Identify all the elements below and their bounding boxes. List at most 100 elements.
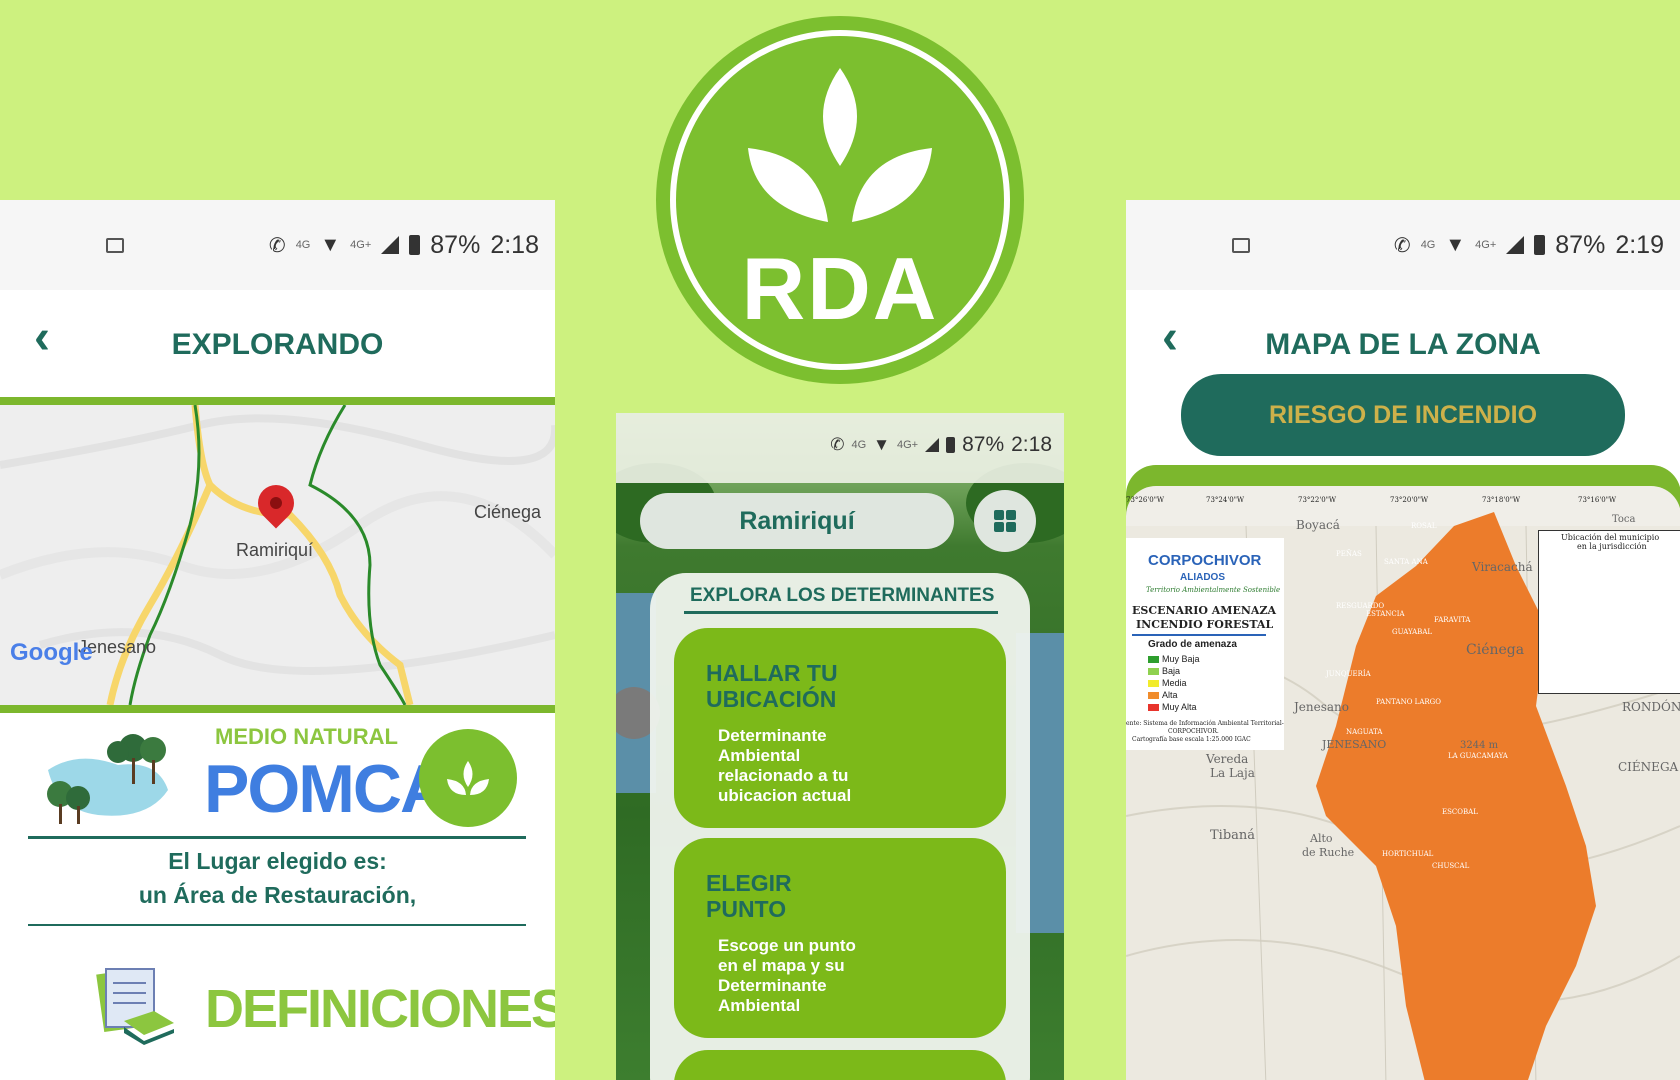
legend-swatch — [1148, 668, 1159, 675]
org-name: CORPOCHIVOR — [1148, 552, 1262, 569]
legend-swatch — [1148, 656, 1159, 663]
coord-label: 73°22'0"W — [1298, 496, 1337, 504]
wifi-icon: ▼ — [873, 435, 890, 454]
card-elegir-punto[interactable]: ELEGIR PUNTO Escoge un punto en el mapa … — [674, 838, 1006, 1038]
grid-menu-button[interactable] — [974, 490, 1036, 552]
vereda-label: LA GUACAMAYA — [1448, 752, 1508, 760]
map-label-nearby: Ciénega — [474, 502, 542, 522]
image-notification-icon — [1232, 237, 1250, 253]
vereda-label: ESCOBAL — [1442, 808, 1478, 816]
coord-label: 73°16'0"W — [1578, 496, 1617, 504]
image-notification-icon — [106, 237, 124, 253]
card-desc: Escoge un punto — [718, 936, 856, 955]
location-layers-icon — [848, 668, 978, 798]
card-desc: relacionado a tu — [718, 766, 849, 785]
network-label-2: 4G+ — [1475, 239, 1497, 251]
vereda-label: GUAYABAL — [1392, 628, 1433, 636]
card-desc: en el mapa y su — [718, 956, 845, 975]
inset-map: Ubicación del municipio en la jurisdicci… — [1538, 530, 1680, 694]
map-place-label: Jenesano — [1294, 700, 1350, 714]
legend-swatch — [1148, 704, 1159, 711]
coord-label: 73°18'0"W — [1482, 496, 1521, 504]
rda-logo: RDA — [656, 16, 1024, 384]
card-title: ELEGIR — [706, 870, 792, 896]
card-title-2: PUNTO — [706, 896, 787, 922]
battery-icon — [946, 437, 956, 453]
call-4g-icon: ✆ — [268, 234, 286, 257]
card-next[interactable] — [674, 1050, 1006, 1080]
location-map[interactable]: Ramiriquí Ciénega Jenesano Google — [0, 397, 555, 713]
battery-percent: 87% — [962, 433, 1005, 456]
map-place-label: Ciénega — [1466, 642, 1525, 658]
status-bar: ✆ 4G ▼ 4G+ 87% 2:18 — [0, 200, 555, 290]
result-line-2: un Área de Restauración, — [138, 882, 417, 908]
card-desc: Determinante — [718, 726, 827, 745]
map-place-label: de Ruche — [1302, 846, 1355, 859]
signal-icon — [1506, 236, 1525, 254]
map-heading-2: INCENDIO FORESTAL — [1136, 618, 1274, 631]
vereda-label: JUNQUERÍA — [1326, 670, 1371, 678]
divider — [28, 836, 526, 839]
legend-label: Alta — [1162, 690, 1178, 700]
source-line-1: ente: Sistema de Información Ambiental T… — [1126, 720, 1284, 727]
document-icon — [96, 967, 174, 1045]
map-place-label: CIÉNEGA — [1618, 760, 1679, 774]
card-title-2: UBICACIÓN — [706, 686, 837, 712]
status-bar: ✆ 4G ▼ 4G+ 87% 2:19 — [1126, 200, 1680, 290]
coord-label: 73°20'0"W — [1390, 496, 1429, 504]
coord-label: 73°26'0"W — [1126, 496, 1165, 504]
legend-swatch — [1148, 692, 1159, 699]
network-label-2: 4G+ — [350, 239, 372, 251]
network-label-2: 4G+ — [896, 439, 919, 451]
legend-label: Muy Alta — [1162, 702, 1197, 712]
source-line-3: Cartografía base escala 1:25.000 IGAC — [1132, 736, 1251, 743]
map-place-label: Vereda — [1206, 752, 1249, 766]
vereda-label: NAGUATA — [1346, 728, 1383, 736]
page-title: EXPLORANDO — [171, 328, 384, 361]
card-desc: ubicacion actual — [718, 786, 852, 805]
wifi-icon: ▼ — [320, 233, 341, 256]
left-phone-screen: ✆ 4G ▼ 4G+ 87% 2:18 ‹ EXPLORANDO Ramiriq… — [0, 200, 555, 1080]
pointer-pin-icon — [864, 884, 974, 994]
status-bar: ✆ 4G ▼ 4G+ 87% 2:18 — [616, 413, 1064, 483]
vereda-label: PEÑAS — [1336, 550, 1362, 558]
section-title: EXPLORA LOS DETERMINANTES — [690, 585, 995, 606]
page-title: MAPA DE LA ZONA — [1265, 328, 1541, 361]
map-label-town: Ramiriquí — [236, 540, 314, 560]
medio-natural-label: MEDIO NATURAL — [215, 724, 398, 749]
wifi-icon: ▼ — [1445, 233, 1466, 256]
card-hallar-ubicacion[interactable]: HALLAR TU UBICACIÓN Determinante Ambient… — [674, 628, 1006, 828]
inset-title-2: en la jurisdicción — [1577, 542, 1647, 551]
card-desc: Determinante — [718, 976, 827, 995]
pomca-label: POMCA — [204, 751, 449, 827]
legend-label: Media — [1162, 678, 1187, 688]
map-place-label: Toca — [1612, 514, 1636, 525]
source-line-2: CORPOCHIVOR. — [1168, 728, 1219, 735]
legend-label: Baja — [1162, 666, 1181, 676]
coord-label: 73°24'0"W — [1206, 496, 1245, 504]
section-underline — [684, 611, 998, 614]
signal-icon — [925, 438, 940, 452]
network-label: 4G — [295, 239, 311, 251]
clock: 2:18 — [490, 230, 539, 259]
vereda-label: PANTANO LARGO — [1376, 698, 1441, 706]
fire-risk-button[interactable]: RIESGO DE INCENDIO — [1181, 374, 1625, 456]
map-place-label: Alto — [1310, 832, 1333, 845]
battery-icon — [409, 235, 421, 255]
divider-2 — [28, 924, 526, 926]
clock: 2:18 — [1011, 433, 1052, 456]
map-place-label: RONDÓN — [1622, 700, 1680, 714]
map-legend: CORPOCHIVOR ALIADOS Territorio Ambiental… — [1126, 538, 1284, 750]
signal-icon — [381, 236, 400, 254]
battery-icon — [1534, 235, 1546, 255]
vereda-label: ESTANCIA — [1366, 610, 1405, 618]
definiciones-label[interactable]: DEFINICIONES — [205, 978, 555, 1040]
location-selector[interactable]: Ramiriquí — [640, 493, 954, 549]
call-4g-icon: ✆ — [1393, 234, 1411, 257]
vereda-label: SANTA ANA — [1384, 558, 1428, 566]
slogan: Territorio Ambientalmente Sostenible — [1146, 586, 1281, 594]
leaf-badge-icon — [419, 729, 517, 827]
map-heading-1: ESCENARIO AMENAZA — [1132, 604, 1277, 617]
center-phone-screen: ✆ 4G ▼ 4G+ 87% 2:18 Ramiriquí EXPLORA LO… — [616, 413, 1064, 1080]
network-label: 4G — [851, 439, 867, 451]
